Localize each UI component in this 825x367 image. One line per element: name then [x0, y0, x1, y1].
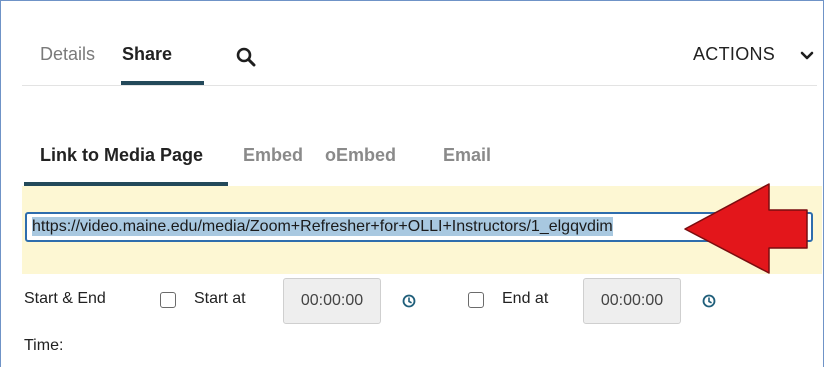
clock-icon[interactable]	[702, 294, 716, 308]
start-end-time-label-line2: Time:	[24, 337, 64, 354]
tab-email[interactable]: Email	[443, 145, 491, 166]
end-time-field[interactable]: 00:00:00	[583, 278, 681, 324]
tab-link-to-media-page[interactable]: Link to Media Page	[40, 145, 203, 166]
actions-menu-button[interactable]: ACTIONS	[693, 44, 775, 65]
tab-share[interactable]: Share	[122, 44, 172, 65]
start-time-field[interactable]: 00:00:00	[283, 278, 381, 324]
tab-oembed[interactable]: oEmbed	[325, 145, 396, 166]
start-end-time-label: Start & End	[24, 290, 106, 307]
tab-embed[interactable]: Embed	[243, 145, 303, 166]
divider	[22, 85, 817, 86]
chevron-down-icon[interactable]	[800, 51, 814, 61]
tab-details[interactable]: Details	[40, 44, 95, 65]
red-arrow-annotation	[684, 183, 808, 274]
end-at-label: End at	[502, 290, 549, 307]
media-page-url-text: https://video.maine.edu/media/Zoom+Refre…	[32, 217, 613, 236]
start-at-label: Start at	[194, 290, 246, 307]
end-at-checkbox[interactable]	[468, 292, 484, 308]
start-at-checkbox[interactable]	[160, 292, 176, 308]
clock-icon[interactable]	[402, 294, 416, 308]
search-icon[interactable]	[235, 46, 257, 68]
